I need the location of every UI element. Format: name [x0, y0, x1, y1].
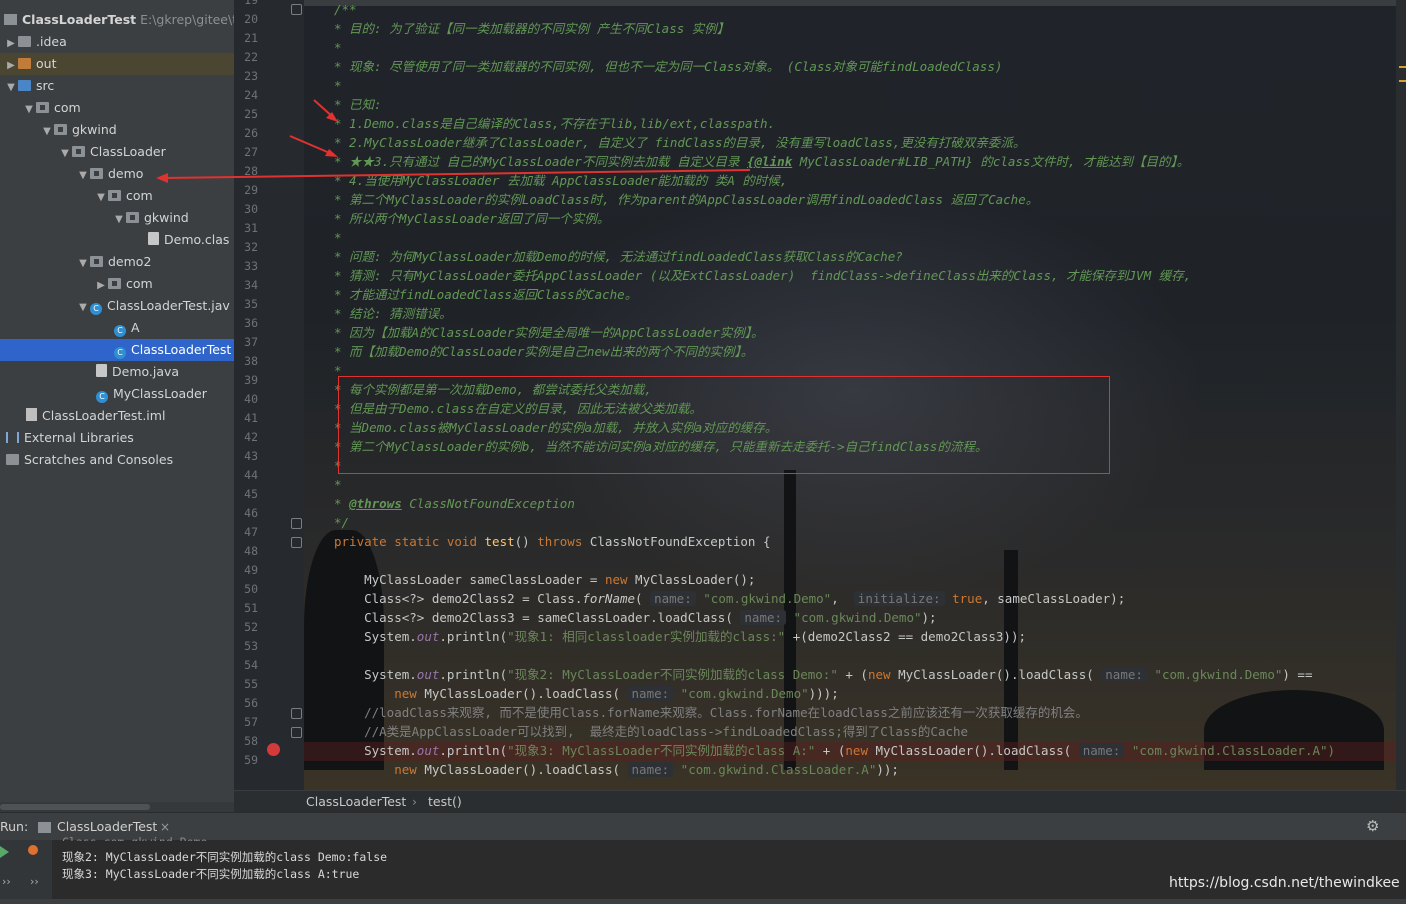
rerun-icon[interactable]: [0, 846, 9, 858]
more-icon[interactable]: ››: [30, 875, 39, 888]
run-tab[interactable]: ClassLoaderTest: [57, 819, 157, 834]
annotation-arrows: [156, 99, 751, 885]
console-line: Class com.gkwind.Demo: [62, 835, 207, 841]
annotation-arrow: [289, 135, 333, 155]
status-bar: [0, 899, 1406, 904]
debug-icon[interactable]: [28, 845, 38, 855]
run-label: Run:: [0, 819, 29, 834]
run-config-icon: [38, 822, 51, 833]
chevron-right-icon: ›: [412, 794, 417, 809]
console-line: 现象2: MyClassLoader不同实例加载的class Demo:fals…: [62, 850, 388, 864]
run-tool-window-header: Run: ClassLoaderTest × ⚙: [0, 812, 1406, 841]
run-toolbar: ›› ››: [0, 840, 53, 900]
breadcrumb-method[interactable]: test(): [428, 791, 462, 813]
watermark: https://blog.csdn.net/thewindkee: [1169, 875, 1400, 891]
more-icon[interactable]: ››: [2, 875, 11, 888]
annotation-arrow: [163, 169, 751, 179]
console-line: 现象3: MyClassLoader不同实例加载的class A:true: [62, 867, 360, 881]
close-icon[interactable]: ×: [160, 820, 170, 834]
arrowhead-icon: [156, 173, 168, 183]
breadcrumb: ClassLoaderTest › test(): [234, 790, 1406, 813]
gear-icon[interactable]: ⚙: [1366, 817, 1379, 835]
ide-window: ClassLoaderTest E:\gkrep\gitee\t ▶ .idea …: [0, 0, 1406, 904]
arrowhead-icon: [325, 149, 338, 157]
breadcrumb-class[interactable]: ClassLoaderTest: [306, 791, 406, 813]
